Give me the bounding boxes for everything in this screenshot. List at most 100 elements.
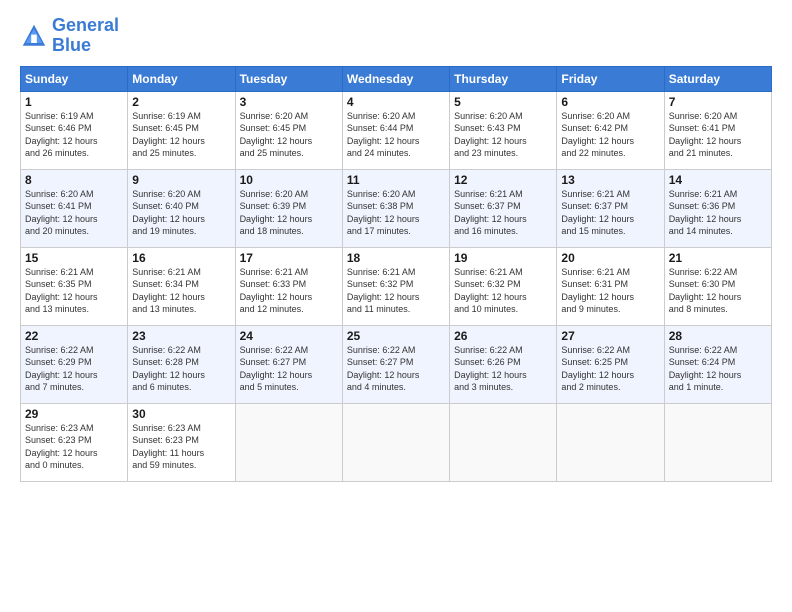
calendar-day-cell: 15Sunrise: 6:21 AMSunset: 6:35 PMDayligh…: [21, 247, 128, 325]
day-number: 17: [240, 251, 338, 265]
day-detail: Sunrise: 6:22 AMSunset: 6:29 PMDaylight:…: [25, 344, 123, 394]
calendar-day-cell: 23Sunrise: 6:22 AMSunset: 6:28 PMDayligh…: [128, 325, 235, 403]
calendar-day-cell: 5Sunrise: 6:20 AMSunset: 6:43 PMDaylight…: [450, 91, 557, 169]
day-number: 30: [132, 407, 230, 421]
calendar-day-cell: [664, 403, 771, 481]
day-number: 26: [454, 329, 552, 343]
calendar-day-cell: 27Sunrise: 6:22 AMSunset: 6:25 PMDayligh…: [557, 325, 664, 403]
calendar-day-cell: 19Sunrise: 6:21 AMSunset: 6:32 PMDayligh…: [450, 247, 557, 325]
day-detail: Sunrise: 6:21 AMSunset: 6:34 PMDaylight:…: [132, 266, 230, 316]
calendar-day-cell: [557, 403, 664, 481]
calendar-day-cell: 22Sunrise: 6:22 AMSunset: 6:29 PMDayligh…: [21, 325, 128, 403]
calendar-week-row: 22Sunrise: 6:22 AMSunset: 6:29 PMDayligh…: [21, 325, 772, 403]
calendar-header-cell: Friday: [557, 66, 664, 91]
calendar-day-cell: [235, 403, 342, 481]
calendar-header-row: SundayMondayTuesdayWednesdayThursdayFrid…: [21, 66, 772, 91]
day-number: 4: [347, 95, 445, 109]
day-detail: Sunrise: 6:22 AMSunset: 6:26 PMDaylight:…: [454, 344, 552, 394]
day-detail: Sunrise: 6:20 AMSunset: 6:43 PMDaylight:…: [454, 110, 552, 160]
day-detail: Sunrise: 6:22 AMSunset: 6:24 PMDaylight:…: [669, 344, 767, 394]
calendar-day-cell: 30Sunrise: 6:23 AMSunset: 6:23 PMDayligh…: [128, 403, 235, 481]
day-detail: Sunrise: 6:20 AMSunset: 6:42 PMDaylight:…: [561, 110, 659, 160]
day-number: 18: [347, 251, 445, 265]
calendar-header-cell: Tuesday: [235, 66, 342, 91]
calendar-day-cell: 10Sunrise: 6:20 AMSunset: 6:39 PMDayligh…: [235, 169, 342, 247]
calendar-day-cell: 17Sunrise: 6:21 AMSunset: 6:33 PMDayligh…: [235, 247, 342, 325]
day-detail: Sunrise: 6:21 AMSunset: 6:33 PMDaylight:…: [240, 266, 338, 316]
day-detail: Sunrise: 6:22 AMSunset: 6:28 PMDaylight:…: [132, 344, 230, 394]
day-detail: Sunrise: 6:20 AMSunset: 6:38 PMDaylight:…: [347, 188, 445, 238]
day-number: 25: [347, 329, 445, 343]
calendar-day-cell: [342, 403, 449, 481]
day-detail: Sunrise: 6:19 AMSunset: 6:45 PMDaylight:…: [132, 110, 230, 160]
day-number: 11: [347, 173, 445, 187]
day-detail: Sunrise: 6:22 AMSunset: 6:25 PMDaylight:…: [561, 344, 659, 394]
calendar-day-cell: 16Sunrise: 6:21 AMSunset: 6:34 PMDayligh…: [128, 247, 235, 325]
day-detail: Sunrise: 6:21 AMSunset: 6:36 PMDaylight:…: [669, 188, 767, 238]
day-detail: Sunrise: 6:21 AMSunset: 6:31 PMDaylight:…: [561, 266, 659, 316]
calendar-day-cell: 7Sunrise: 6:20 AMSunset: 6:41 PMDaylight…: [664, 91, 771, 169]
day-number: 24: [240, 329, 338, 343]
header: General Blue: [20, 16, 772, 56]
day-number: 21: [669, 251, 767, 265]
day-detail: Sunrise: 6:23 AMSunset: 6:23 PMDaylight:…: [25, 422, 123, 472]
day-number: 6: [561, 95, 659, 109]
calendar-header-cell: Thursday: [450, 66, 557, 91]
day-detail: Sunrise: 6:20 AMSunset: 6:45 PMDaylight:…: [240, 110, 338, 160]
day-detail: Sunrise: 6:20 AMSunset: 6:39 PMDaylight:…: [240, 188, 338, 238]
calendar-day-cell: 13Sunrise: 6:21 AMSunset: 6:37 PMDayligh…: [557, 169, 664, 247]
day-detail: Sunrise: 6:20 AMSunset: 6:40 PMDaylight:…: [132, 188, 230, 238]
day-number: 27: [561, 329, 659, 343]
day-number: 10: [240, 173, 338, 187]
day-detail: Sunrise: 6:21 AMSunset: 6:37 PMDaylight:…: [454, 188, 552, 238]
day-number: 1: [25, 95, 123, 109]
calendar-week-row: 29Sunrise: 6:23 AMSunset: 6:23 PMDayligh…: [21, 403, 772, 481]
day-detail: Sunrise: 6:21 AMSunset: 6:32 PMDaylight:…: [347, 266, 445, 316]
day-detail: Sunrise: 6:23 AMSunset: 6:23 PMDaylight:…: [132, 422, 230, 472]
calendar-day-cell: 18Sunrise: 6:21 AMSunset: 6:32 PMDayligh…: [342, 247, 449, 325]
calendar-day-cell: 12Sunrise: 6:21 AMSunset: 6:37 PMDayligh…: [450, 169, 557, 247]
calendar-body: 1Sunrise: 6:19 AMSunset: 6:46 PMDaylight…: [21, 91, 772, 481]
calendar-day-cell: [450, 403, 557, 481]
day-number: 8: [25, 173, 123, 187]
calendar-day-cell: 2Sunrise: 6:19 AMSunset: 6:45 PMDaylight…: [128, 91, 235, 169]
calendar-day-cell: 6Sunrise: 6:20 AMSunset: 6:42 PMDaylight…: [557, 91, 664, 169]
calendar-day-cell: 1Sunrise: 6:19 AMSunset: 6:46 PMDaylight…: [21, 91, 128, 169]
day-detail: Sunrise: 6:20 AMSunset: 6:41 PMDaylight:…: [669, 110, 767, 160]
day-number: 22: [25, 329, 123, 343]
calendar-day-cell: 20Sunrise: 6:21 AMSunset: 6:31 PMDayligh…: [557, 247, 664, 325]
calendar-week-row: 15Sunrise: 6:21 AMSunset: 6:35 PMDayligh…: [21, 247, 772, 325]
day-number: 23: [132, 329, 230, 343]
day-number: 16: [132, 251, 230, 265]
day-detail: Sunrise: 6:20 AMSunset: 6:44 PMDaylight:…: [347, 110, 445, 160]
calendar-week-row: 8Sunrise: 6:20 AMSunset: 6:41 PMDaylight…: [21, 169, 772, 247]
calendar-day-cell: 8Sunrise: 6:20 AMSunset: 6:41 PMDaylight…: [21, 169, 128, 247]
day-number: 9: [132, 173, 230, 187]
day-detail: Sunrise: 6:20 AMSunset: 6:41 PMDaylight:…: [25, 188, 123, 238]
logo-text: General Blue: [52, 16, 119, 56]
day-detail: Sunrise: 6:22 AMSunset: 6:27 PMDaylight:…: [240, 344, 338, 394]
calendar-day-cell: 9Sunrise: 6:20 AMSunset: 6:40 PMDaylight…: [128, 169, 235, 247]
day-number: 7: [669, 95, 767, 109]
calendar-week-row: 1Sunrise: 6:19 AMSunset: 6:46 PMDaylight…: [21, 91, 772, 169]
day-number: 2: [132, 95, 230, 109]
calendar-table: SundayMondayTuesdayWednesdayThursdayFrid…: [20, 66, 772, 482]
calendar-day-cell: 25Sunrise: 6:22 AMSunset: 6:27 PMDayligh…: [342, 325, 449, 403]
day-number: 5: [454, 95, 552, 109]
day-detail: Sunrise: 6:21 AMSunset: 6:37 PMDaylight:…: [561, 188, 659, 238]
day-number: 3: [240, 95, 338, 109]
logo-icon: [20, 22, 48, 50]
day-number: 20: [561, 251, 659, 265]
logo: General Blue: [20, 16, 119, 56]
calendar-header-cell: Monday: [128, 66, 235, 91]
day-detail: Sunrise: 6:21 AMSunset: 6:35 PMDaylight:…: [25, 266, 123, 316]
calendar-day-cell: 28Sunrise: 6:22 AMSunset: 6:24 PMDayligh…: [664, 325, 771, 403]
calendar-day-cell: 3Sunrise: 6:20 AMSunset: 6:45 PMDaylight…: [235, 91, 342, 169]
day-number: 29: [25, 407, 123, 421]
day-detail: Sunrise: 6:21 AMSunset: 6:32 PMDaylight:…: [454, 266, 552, 316]
day-number: 15: [25, 251, 123, 265]
day-detail: Sunrise: 6:22 AMSunset: 6:30 PMDaylight:…: [669, 266, 767, 316]
calendar-day-cell: 14Sunrise: 6:21 AMSunset: 6:36 PMDayligh…: [664, 169, 771, 247]
calendar-day-cell: 11Sunrise: 6:20 AMSunset: 6:38 PMDayligh…: [342, 169, 449, 247]
day-number: 19: [454, 251, 552, 265]
